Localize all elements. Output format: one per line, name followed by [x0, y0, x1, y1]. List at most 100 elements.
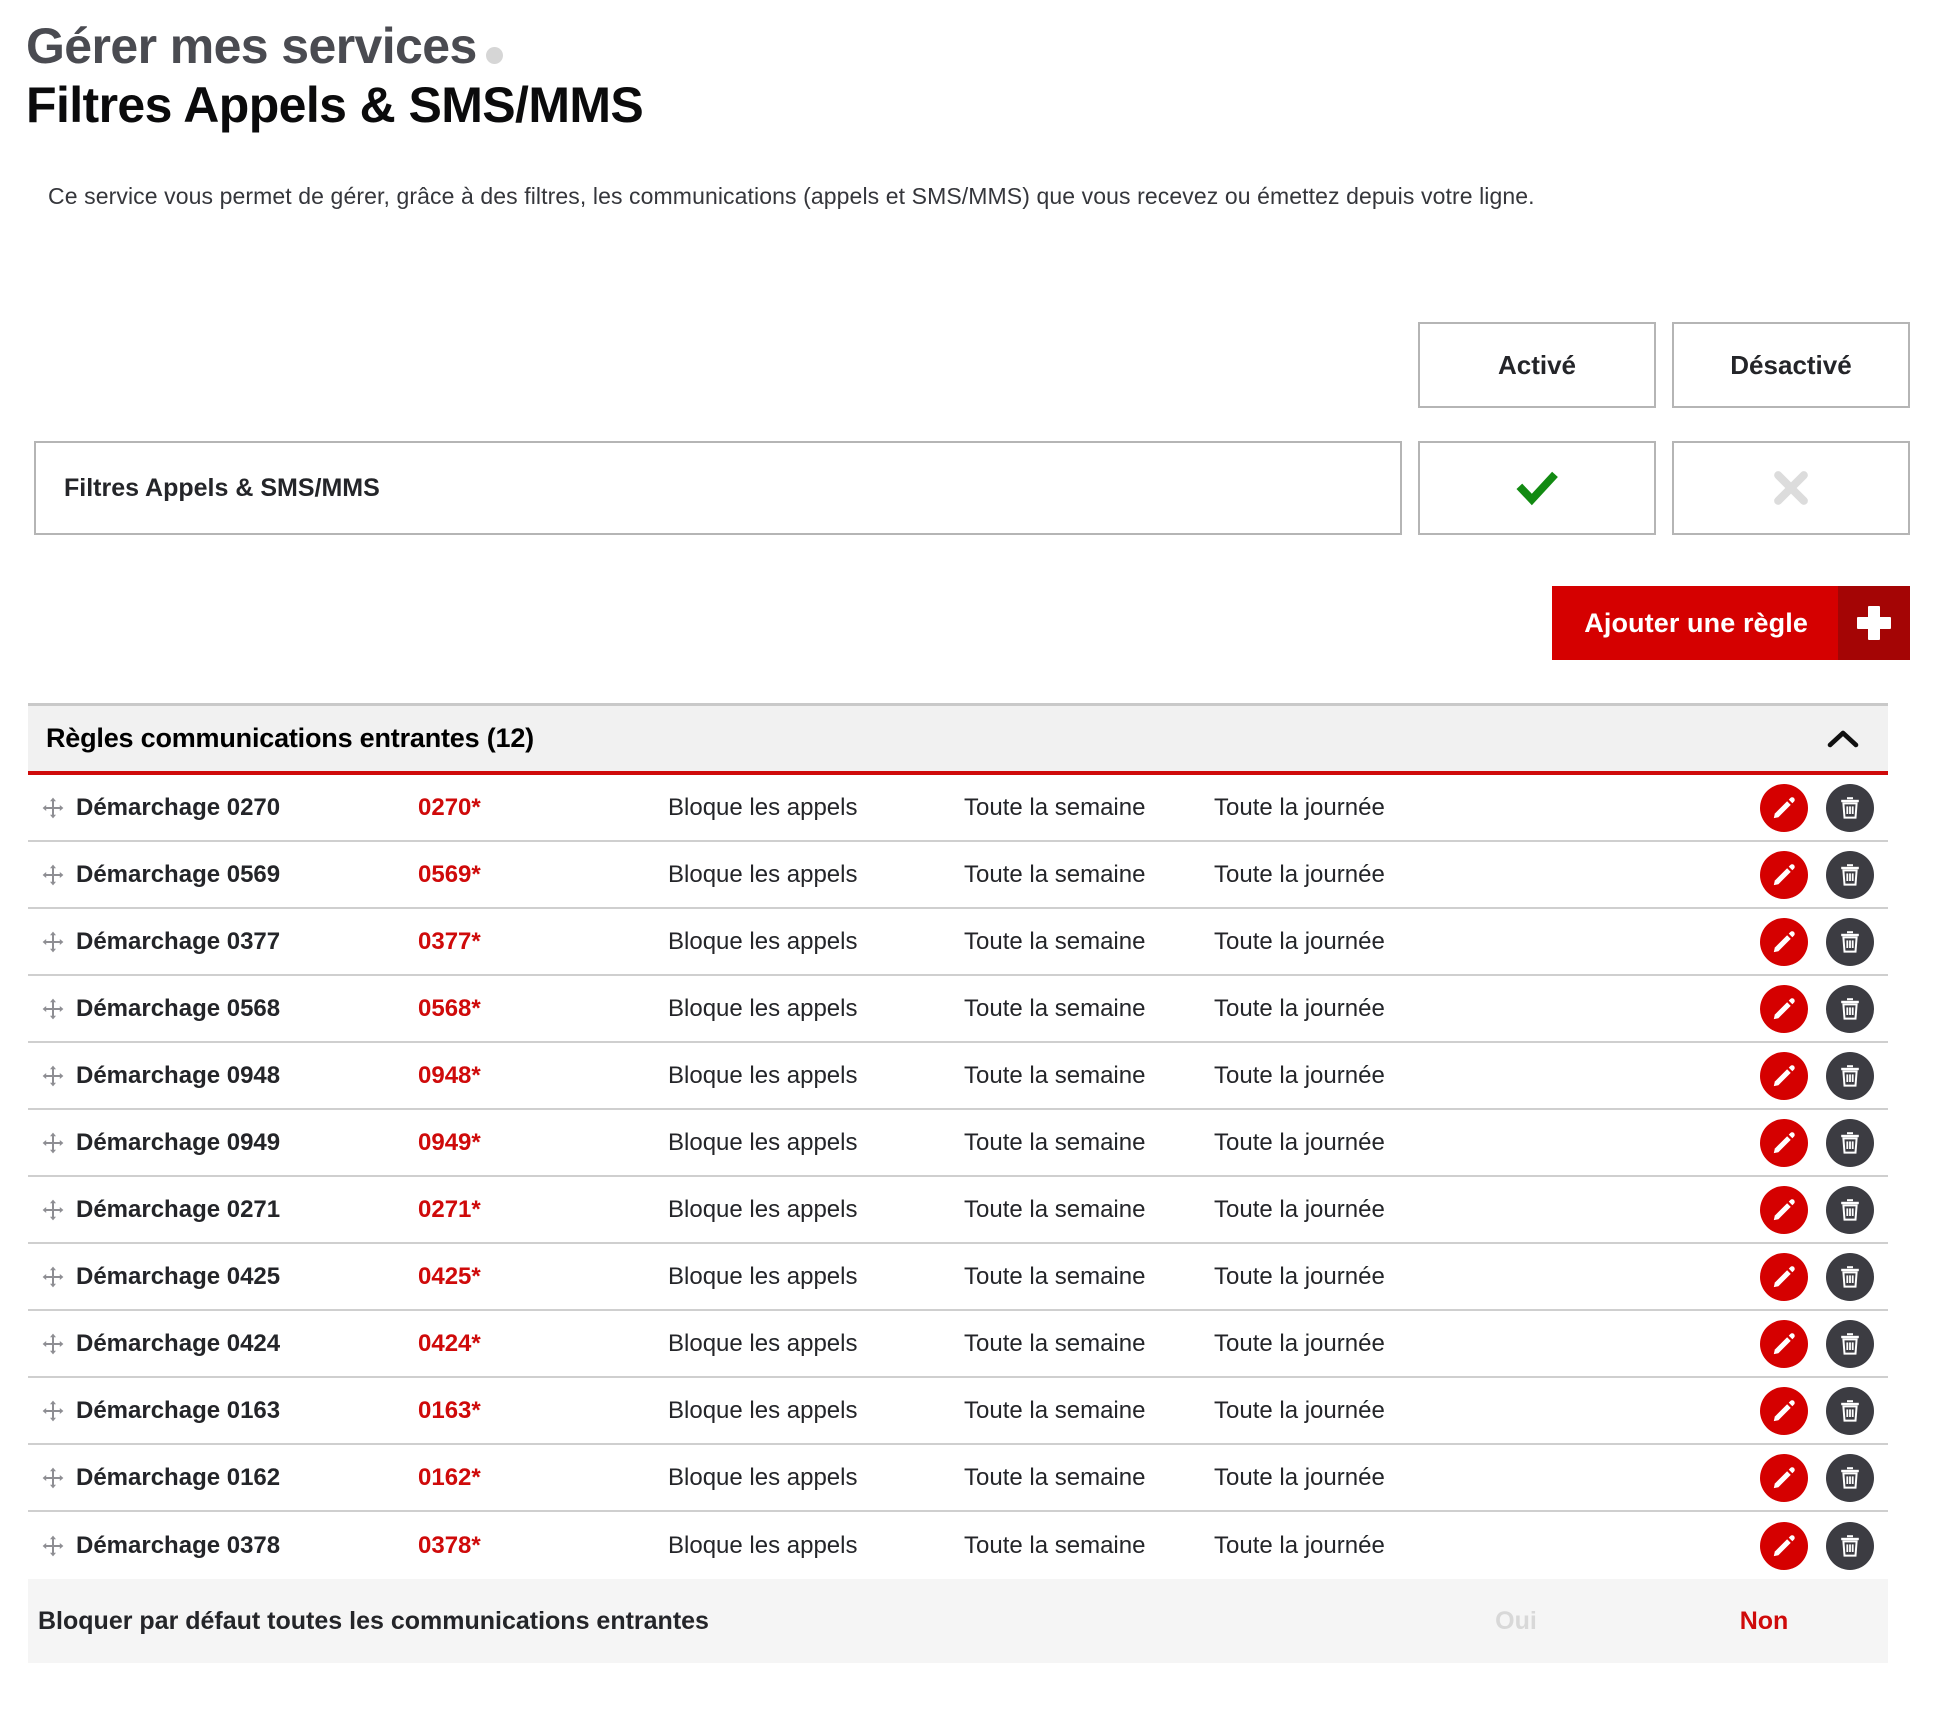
trash-icon: [1838, 1063, 1862, 1089]
rule-hours: Toute la journée: [1214, 1463, 1385, 1491]
move-icon[interactable]: [36, 1399, 70, 1423]
rule-days: Toute la semaine: [964, 860, 1146, 888]
toggle-header-disabled: Désactivé: [1672, 322, 1910, 408]
edit-rule-button[interactable]: [1760, 1319, 1808, 1368]
table-row: Démarchage 0270 0270* Bloque les appels Tou…: [28, 775, 1888, 842]
disable-service-button[interactable]: [1672, 441, 1910, 535]
rule-number: 0949*: [418, 1128, 481, 1156]
move-icon[interactable]: [36, 1131, 70, 1155]
rule-action: Bloque les appels: [668, 1195, 858, 1223]
move-icon[interactable]: [36, 1466, 70, 1490]
pencil-icon: [1771, 1197, 1797, 1223]
rule-actions: [1514, 984, 1888, 1033]
table-row: Démarchage 0271 0271* Bloque les appels Tou…: [28, 1177, 1888, 1244]
page-root: Gérer mes services Filtres Appels & SMS/…: [0, 0, 1936, 1710]
rule-number: 0162*: [418, 1463, 481, 1491]
move-icon[interactable]: [36, 1332, 70, 1356]
edit-rule-button[interactable]: [1760, 1252, 1808, 1301]
trash-icon: [1838, 1264, 1862, 1290]
page-eyebrow: Gérer mes services: [26, 18, 1936, 74]
page-eyebrow-text: Gérer mes services: [26, 18, 477, 74]
rule-hours: Toute la journée: [1214, 1396, 1385, 1424]
rule-number: 0569*: [418, 860, 481, 888]
move-icon[interactable]: [36, 1198, 70, 1222]
add-rule-container: Ajouter une règle: [1552, 586, 1910, 660]
edit-rule-button[interactable]: [1760, 783, 1808, 832]
rule-actions: [1514, 783, 1888, 832]
rule-hours: Toute la journée: [1214, 1128, 1385, 1156]
rule-actions: [1514, 917, 1888, 966]
rule-days: Toute la semaine: [964, 1195, 1146, 1223]
move-icon[interactable]: [36, 796, 70, 820]
rule-action: Bloque les appels: [668, 1396, 858, 1424]
rule-hours: Toute la journée: [1214, 860, 1385, 888]
default-block-yes-option[interactable]: Oui: [1392, 1607, 1640, 1636]
rule-number: 0378*: [418, 1531, 481, 1559]
table-row: Démarchage 0568 0568* Bloque les appels Tou…: [28, 976, 1888, 1043]
delete-rule-button[interactable]: [1826, 1118, 1874, 1167]
move-icon[interactable]: [36, 1534, 70, 1558]
trash-icon: [1838, 1197, 1862, 1223]
delete-rule-button[interactable]: [1826, 1319, 1874, 1368]
delete-rule-button[interactable]: [1826, 1185, 1874, 1234]
chevron-up-icon[interactable]: [1826, 728, 1860, 750]
delete-rule-button[interactable]: [1826, 1521, 1874, 1570]
rule-name: Démarchage 0271: [76, 1195, 281, 1223]
rule-days: Toute la semaine: [964, 1128, 1146, 1156]
rule-actions: [1514, 1319, 1888, 1368]
edit-rule-button[interactable]: [1760, 917, 1808, 966]
rule-hours: Toute la journée: [1214, 994, 1385, 1022]
edit-rule-button[interactable]: [1760, 1118, 1808, 1167]
add-rule-button[interactable]: Ajouter une règle: [1552, 586, 1910, 660]
move-icon[interactable]: [36, 930, 70, 954]
rule-number: 0271*: [418, 1195, 481, 1223]
rule-action: Bloque les appels: [668, 1329, 858, 1357]
rule-name: Démarchage 0568: [76, 994, 281, 1022]
incoming-rules-panel: Règles communications entrantes (12) Dém…: [28, 703, 1888, 1663]
trash-icon: [1838, 1533, 1862, 1559]
rule-days: Toute la semaine: [964, 1061, 1146, 1089]
pencil-icon: [1771, 1533, 1797, 1559]
enable-service-button[interactable]: [1418, 441, 1656, 535]
rule-name: Démarchage 0949: [76, 1128, 281, 1156]
rule-number: 0270*: [418, 793, 481, 821]
delete-rule-button[interactable]: [1826, 850, 1874, 899]
rule-actions: [1514, 1185, 1888, 1234]
pencil-icon: [1771, 1130, 1797, 1156]
toggle-header-row: Activé Désactivé: [0, 322, 1936, 408]
delete-rule-button[interactable]: [1826, 1252, 1874, 1301]
delete-rule-button[interactable]: [1826, 984, 1874, 1033]
rule-hours: Toute la journée: [1214, 793, 1385, 821]
edit-rule-button[interactable]: [1760, 1453, 1808, 1502]
incoming-rules-panel-header[interactable]: Règles communications entrantes (12): [28, 703, 1888, 775]
move-icon[interactable]: [36, 863, 70, 887]
rule-hours: Toute la journée: [1214, 1195, 1385, 1223]
rule-days: Toute la semaine: [964, 994, 1146, 1022]
move-icon[interactable]: [36, 1265, 70, 1289]
rule-name: Démarchage 0425: [76, 1262, 281, 1290]
move-icon[interactable]: [36, 1064, 70, 1088]
edit-rule-button[interactable]: [1760, 984, 1808, 1033]
delete-rule-button[interactable]: [1826, 1051, 1874, 1100]
default-block-no-option[interactable]: Non: [1640, 1607, 1888, 1636]
edit-rule-button[interactable]: [1760, 1386, 1808, 1435]
edit-rule-button[interactable]: [1760, 1185, 1808, 1234]
default-block-row: Bloquer par défaut toutes les communicat…: [28, 1579, 1888, 1663]
trash-icon: [1838, 929, 1862, 955]
move-icon[interactable]: [36, 997, 70, 1021]
delete-rule-button[interactable]: [1826, 1453, 1874, 1502]
rule-name: Démarchage 0378: [76, 1531, 281, 1559]
delete-rule-button[interactable]: [1826, 783, 1874, 832]
table-row: Démarchage 0424 0424* Bloque les appels Tou…: [28, 1311, 1888, 1378]
delete-rule-button[interactable]: [1826, 917, 1874, 966]
check-icon: [1514, 465, 1560, 511]
edit-rule-button[interactable]: [1760, 1521, 1808, 1570]
add-rule-plus-area: [1838, 586, 1910, 660]
rule-days: Toute la semaine: [964, 1396, 1146, 1424]
edit-rule-button[interactable]: [1760, 1051, 1808, 1100]
rule-action: Bloque les appels: [668, 1531, 858, 1559]
edit-rule-button[interactable]: [1760, 850, 1808, 899]
delete-rule-button[interactable]: [1826, 1386, 1874, 1435]
rule-hours: Toute la journée: [1214, 1262, 1385, 1290]
rule-days: Toute la semaine: [964, 1463, 1146, 1491]
